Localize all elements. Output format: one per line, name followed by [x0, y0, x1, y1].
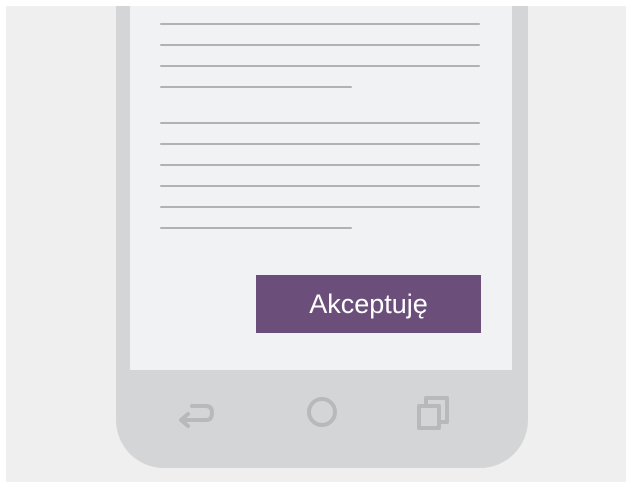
accept-button[interactable]: Akceptuję: [256, 275, 481, 333]
back-arrow-icon[interactable]: [176, 394, 216, 434]
text-line: [160, 164, 480, 166]
app-background: Akceptuję: [6, 6, 626, 482]
text-line: [160, 143, 480, 145]
recents-squares-icon[interactable]: [412, 394, 452, 434]
text-line: [160, 206, 480, 208]
text-line: [160, 44, 480, 46]
text-line: [160, 227, 352, 229]
phone-screen: Akceptuję: [130, 6, 512, 370]
phone-frame: Akceptuję: [116, 6, 528, 468]
text-line: [160, 65, 480, 67]
text-line: [160, 23, 480, 25]
home-circle-icon[interactable]: [302, 394, 342, 434]
text-line: [160, 122, 480, 124]
text-line: [160, 86, 352, 88]
text-line: [160, 185, 480, 187]
